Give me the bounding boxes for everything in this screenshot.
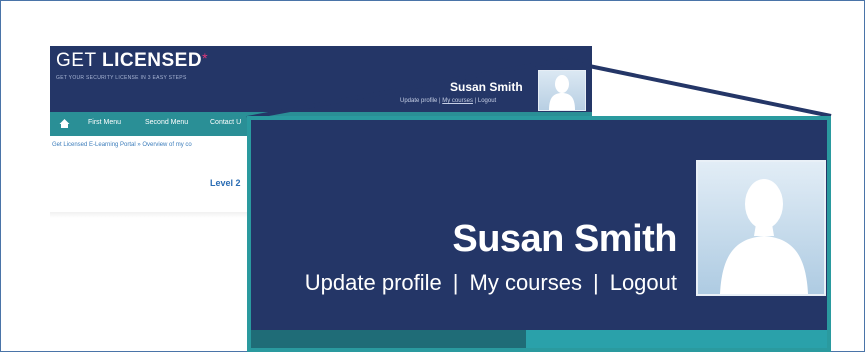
- mini-avatar: [538, 70, 586, 111]
- mini-separator: |: [474, 98, 477, 104]
- nav-second-menu[interactable]: Second Menu: [145, 119, 188, 126]
- nav-contact[interactable]: Contact U: [210, 119, 241, 126]
- update-profile-link[interactable]: Update profile: [305, 270, 442, 295]
- avatar[interactable]: [696, 160, 826, 296]
- mini-user-name: Susan Smith: [450, 80, 523, 94]
- logo-get: GET: [56, 50, 97, 71]
- logo-star: *: [202, 50, 209, 66]
- user-name: Susan Smith: [452, 218, 677, 260]
- link-separator: |: [452, 270, 459, 295]
- logout-link[interactable]: Logout: [610, 270, 677, 295]
- mini-logout-link[interactable]: Logout: [478, 98, 496, 104]
- level-heading: Level 2: [210, 178, 241, 188]
- mini-logo[interactable]: GET LICENSED*: [56, 50, 208, 72]
- mini-tagline: GET YOUR SECURITY LICENSE IN 3 EASY STEP…: [56, 75, 187, 81]
- user-panel-nav-strip-highlight: [526, 330, 827, 348]
- nav-first-menu[interactable]: First Menu: [88, 119, 121, 126]
- link-separator: |: [592, 270, 599, 295]
- mini-my-courses-link[interactable]: My courses: [442, 98, 473, 104]
- breadcrumb[interactable]: Get Licensed E-Learning Portal » Overvie…: [52, 142, 192, 148]
- mini-avatar-silhouette-icon: [549, 75, 575, 110]
- avatar-silhouette-icon: [720, 179, 808, 294]
- mini-update-profile-link[interactable]: Update profile: [400, 98, 437, 104]
- user-links: Update profile | My courses | Logout: [305, 270, 677, 296]
- home-icon[interactable]: [59, 118, 70, 129]
- mini-separator: |: [439, 98, 441, 104]
- my-courses-link[interactable]: My courses: [470, 270, 582, 295]
- mini-header: GET LICENSED* GET YOUR SECURITY LICENSE …: [50, 46, 592, 112]
- mini-user-links: Update profile | My courses | Logout: [400, 98, 496, 104]
- logo-licensed: LICENSED: [102, 50, 203, 71]
- user-panel-zoom: Susan Smith Update profile | My courses | Lo…: [247, 116, 831, 352]
